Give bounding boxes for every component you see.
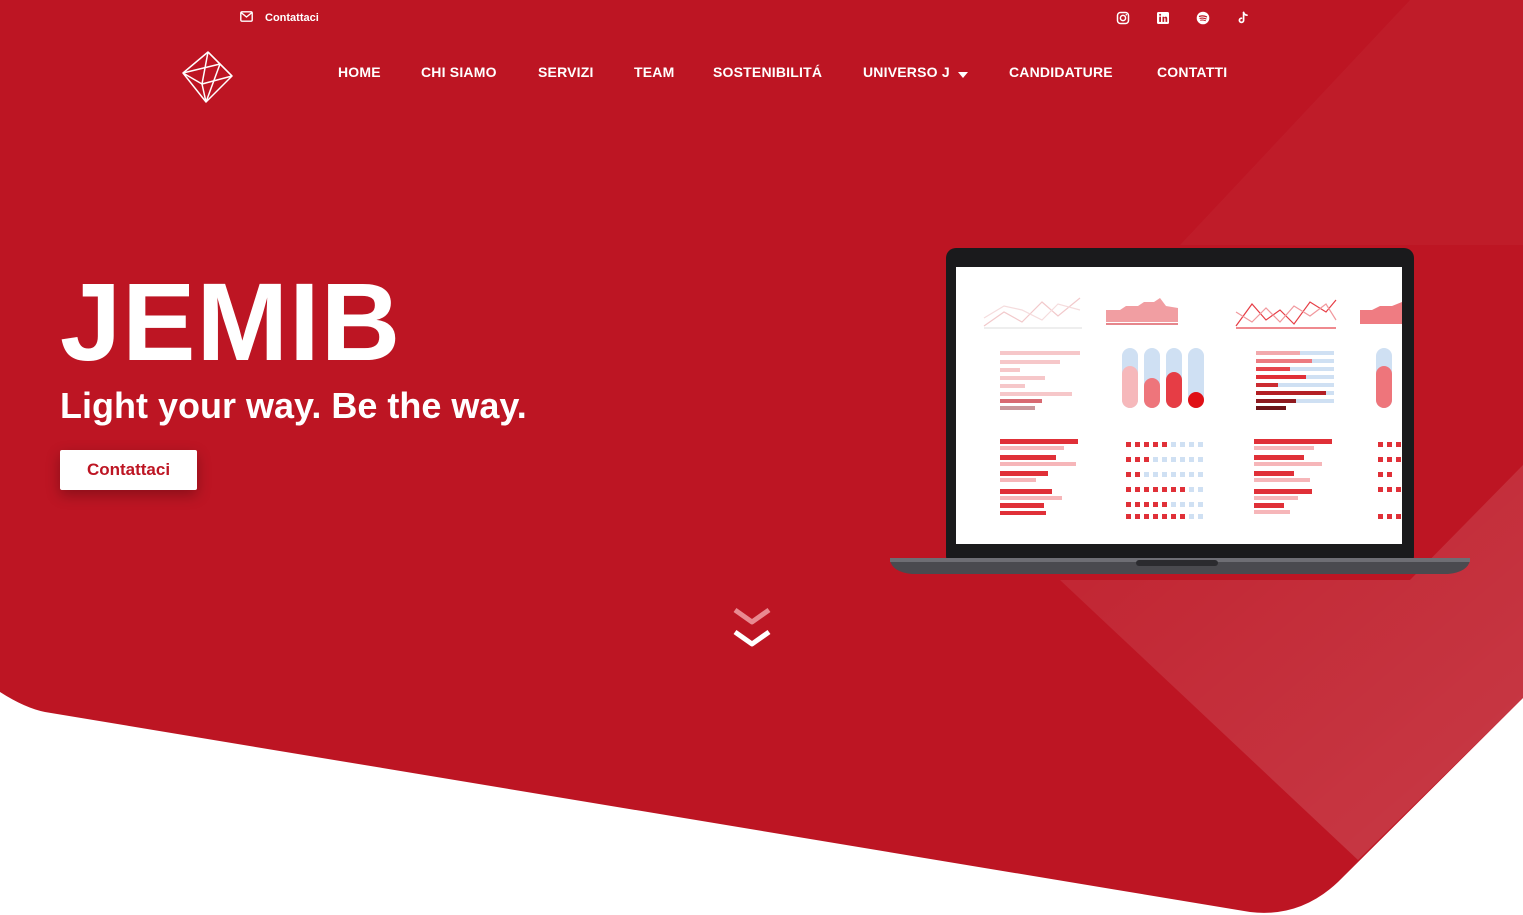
nav-item-sostenibilita[interactable]: SOSTENIBILITÁ — [713, 62, 822, 82]
nav-item-home[interactable]: HOME — [338, 62, 381, 82]
main-nav: HOME CHI SIAMO SERVIZI TEAM SOSTENIBILIT… — [0, 62, 1523, 82]
nav-item-contatti[interactable]: CONTATTI — [1157, 62, 1227, 82]
topbar-contact-label: Contattaci — [265, 12, 319, 24]
hero-tagline: Light your way. Be the way. — [60, 385, 527, 426]
nav-item-universo-j-label: UNIVERSO J — [863, 64, 950, 80]
hero-title: JEMIB — [60, 261, 402, 384]
contact-cta-button[interactable]: Contattaci — [60, 450, 197, 490]
spotify-icon[interactable] — [1195, 10, 1211, 26]
tiktok-icon[interactable] — [1235, 10, 1251, 26]
nav-item-candidature[interactable]: CANDIDATURE — [1009, 62, 1113, 82]
nav-item-servizi[interactable]: SERVIZI — [538, 62, 594, 82]
instagram-icon[interactable] — [1115, 10, 1131, 26]
dashboard-laptop-illustration — [890, 248, 1470, 574]
nav-item-chi-siamo[interactable]: CHI SIAMO — [421, 62, 497, 82]
caret-down-icon — [957, 63, 968, 83]
nav-item-universo-j[interactable]: UNIVERSO J — [863, 62, 968, 83]
scroll-down-button[interactable] — [729, 604, 775, 656]
envelope-icon — [240, 11, 253, 25]
nav-item-team[interactable]: TEAM — [634, 62, 674, 82]
double-chevron-down-icon — [733, 607, 771, 647]
linkedin-icon[interactable] — [1155, 10, 1171, 26]
topbar-contact-link[interactable]: Contattaci — [240, 10, 319, 26]
